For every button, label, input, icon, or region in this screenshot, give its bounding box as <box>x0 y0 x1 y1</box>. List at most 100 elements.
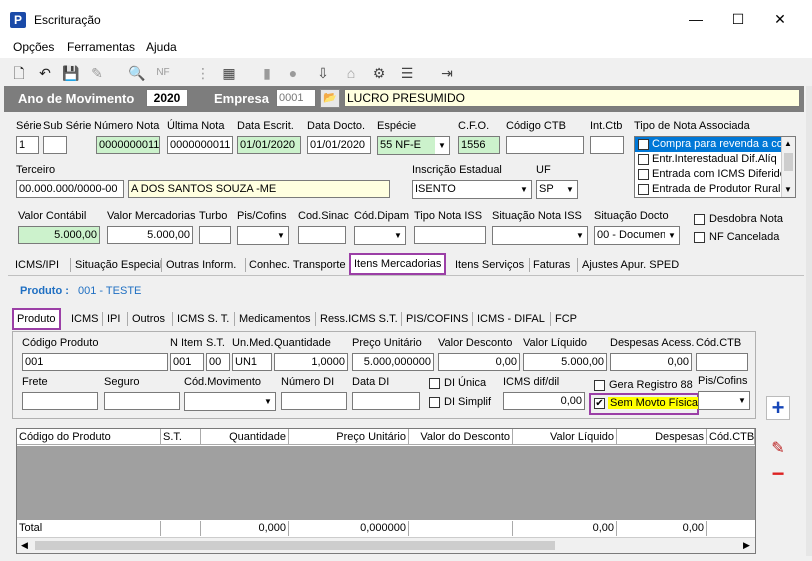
tab-icms-ipi[interactable]: ICMS/IPI <box>12 256 62 274</box>
chevron-down-icon[interactable]: ▼ <box>274 227 288 244</box>
grid-header-codctb[interactable]: Cód.CTB <box>707 429 755 445</box>
ano-input[interactable]: 2020 <box>146 89 188 107</box>
data-docto-input[interactable]: 01/01/2020 <box>307 136 371 154</box>
ultima-nota-input[interactable]: 0000000011 <box>167 136 233 154</box>
scroll-right-icon[interactable]: ▶ <box>743 540 750 551</box>
tipo-nota-checkbox-3[interactable] <box>638 184 649 195</box>
empresa-code-input[interactable]: 0001 <box>276 89 316 107</box>
desconto-input[interactable]: 0,00 <box>438 353 520 371</box>
chevron-down-icon[interactable]: ▼ <box>573 227 587 244</box>
subtab-fcp[interactable]: FCP <box>552 310 580 328</box>
grid-header-despesas[interactable]: Despesas <box>617 429 707 445</box>
codigo-ctb-input[interactable] <box>506 136 584 154</box>
data-di-input[interactable] <box>352 392 420 410</box>
subtab-icms-st[interactable]: ICMS S. T. <box>174 310 232 328</box>
st-input[interactable]: 00 <box>206 353 230 371</box>
scroll-thumb[interactable] <box>784 153 793 171</box>
calculator-icon[interactable]: ▦ <box>220 64 238 82</box>
serie-input[interactable]: 1 <box>16 136 39 154</box>
nfe-icon[interactable]: NF <box>154 64 172 82</box>
codctb-input[interactable] <box>696 353 748 371</box>
subtab-ress-icms-st[interactable]: Ress.ICMS S.T. <box>317 310 401 328</box>
subtab-icms-difal[interactable]: ICMS - DIFAL <box>474 310 548 328</box>
grid-header-st[interactable]: S.T. <box>161 429 201 445</box>
grid-header-liquido[interactable]: Valor Líquido <box>513 429 617 445</box>
stamp-icon[interactable]: ⚙ <box>370 64 388 82</box>
di-simplif-checkbox[interactable] <box>429 397 440 408</box>
subtab-ipi[interactable]: IPI <box>104 310 123 328</box>
scroll-down-icon[interactable]: ▼ <box>784 185 792 194</box>
terceiro-code-input[interactable]: 00.000.000/0000-00 <box>16 180 124 198</box>
tipo-nota-checkbox-1[interactable] <box>638 154 649 165</box>
tipo-nota-option-0[interactable]: Compra para revenda a co <box>652 138 783 150</box>
preco-input[interactable]: 5.000,000000 <box>352 353 434 371</box>
subtab-pis-cofins[interactable]: PIS/COFINS <box>403 310 471 328</box>
subtab-medicamentos[interactable]: Medicamentos <box>236 310 314 328</box>
unmed-input[interactable]: UN1 <box>232 353 272 371</box>
codigo-produto-input[interactable]: 001 <box>22 353 168 371</box>
frete-input[interactable] <box>22 392 98 410</box>
despesas-input[interactable]: 0,00 <box>610 353 692 371</box>
numero-nota-input[interactable]: 0000000011 <box>96 136 160 154</box>
tipo-nota-checkbox-2[interactable] <box>638 169 649 180</box>
tab-conhec-transporte[interactable]: Conhec. Transporte <box>246 256 349 274</box>
minus-icon[interactable]: − <box>766 463 790 486</box>
tab-outras-inform[interactable]: Outras Inform. <box>163 256 239 274</box>
subtab-icms[interactable]: ICMS <box>68 310 102 328</box>
tipo-nota-option-2[interactable]: Entrada com ICMS Diferido <box>652 168 786 180</box>
apple-icon[interactable]: ● <box>284 64 302 82</box>
scroll-up-icon[interactable]: ▲ <box>784 139 792 148</box>
tab-faturas[interactable]: Faturas <box>530 256 573 274</box>
tipo-nota-option-1[interactable]: Entr.Interestadual Dif.Alíq <box>652 153 777 165</box>
maximize-button[interactable]: ☐ <box>718 6 758 32</box>
menu-ferramentas[interactable]: Ferramentas <box>67 40 135 54</box>
tab-itens-mercadorias[interactable]: Itens Mercadorias <box>349 253 447 275</box>
desdobra-checkbox[interactable] <box>694 214 705 225</box>
minimize-button[interactable]: — <box>676 6 716 32</box>
plus-icon[interactable]: + <box>766 396 790 420</box>
quantidade-input[interactable]: 1,0000 <box>274 353 348 371</box>
new-document-icon[interactable]: 🗋 <box>10 64 28 82</box>
nitem-input[interactable]: 001 <box>170 353 204 371</box>
situacao-iss-select[interactable]: ▼ <box>492 226 588 245</box>
ie-select[interactable]: ISENTO ▼ <box>412 180 532 199</box>
cod-dipam-select[interactable]: ▼ <box>354 226 406 245</box>
undo-icon[interactable]: ↶ <box>36 64 54 82</box>
chevron-down-icon[interactable]: ▼ <box>665 227 679 244</box>
tab-itens-servicos[interactable]: Itens Serviços <box>452 256 527 274</box>
download-icon[interactable]: ⇩ <box>314 64 332 82</box>
numero-di-input[interactable] <box>281 392 347 410</box>
grid-header-desconto[interactable]: Valor do Desconto <box>409 429 513 445</box>
tipo-nota-checkbox-0[interactable] <box>638 139 649 150</box>
tab-ajustes-apur-sped[interactable]: Ajustes Apur. SPED <box>579 256 682 274</box>
data-escrit-input[interactable]: 01/01/2020 <box>237 136 301 154</box>
subtab-produto[interactable]: Produto <box>12 308 61 330</box>
chevron-down-icon[interactable]: ▼ <box>391 227 405 244</box>
grid-header-quantidade[interactable]: Quantidade <box>201 429 289 445</box>
subtab-outros[interactable]: Outros <box>129 310 168 328</box>
chevron-down-icon[interactable]: ▼ <box>517 181 531 198</box>
tree-icon[interactable]: ⋮ <box>194 64 212 82</box>
liquido-input[interactable]: 5.000,00 <box>523 353 607 371</box>
folder-open-icon[interactable]: 📂 <box>320 89 340 108</box>
valor-merc-input[interactable]: 5.000,00 <box>107 226 193 244</box>
home-icon[interactable]: ⌂ <box>342 64 360 82</box>
chevron-down-icon[interactable]: ▼ <box>261 393 275 410</box>
subserie-input[interactable] <box>43 136 67 154</box>
close-button[interactable]: ✕ <box>760 6 800 32</box>
grid-horizontal-scrollbar[interactable]: ◀ ▶ <box>17 537 755 553</box>
pencil-icon[interactable]: ✎ <box>766 438 790 460</box>
chevron-down-icon[interactable]: ▼ <box>735 392 749 409</box>
uf-select[interactable]: SP ▼ <box>536 180 578 199</box>
valor-contabil-input[interactable]: 5.000,00 <box>18 226 100 244</box>
print-preview-icon[interactable]: 🔍 <box>128 64 146 82</box>
nf-cancelada-checkbox[interactable] <box>694 232 705 243</box>
list-icon[interactable]: ☰ <box>398 64 416 82</box>
folder-icon[interactable]: ▮ <box>258 64 276 82</box>
di-unica-checkbox[interactable] <box>429 378 440 389</box>
icms-dif-input[interactable]: 0,00 <box>503 392 585 410</box>
tipo-iss-input[interactable] <box>414 226 486 244</box>
scroll-thumb[interactable] <box>35 541 555 550</box>
window-scrollbar[interactable] <box>806 86 812 556</box>
situacao-docto-select[interactable]: 00 - Documen ▼ <box>594 226 680 245</box>
